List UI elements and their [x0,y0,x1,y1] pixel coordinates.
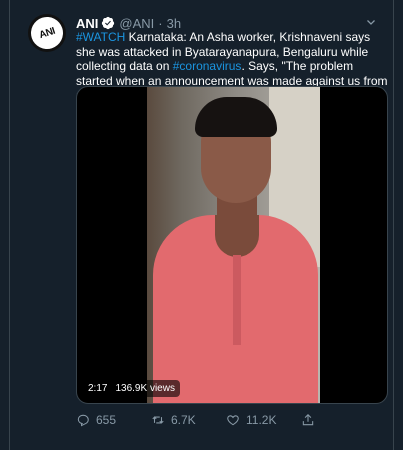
retweet-count: 6.7K [171,413,196,427]
video-duration: 2:17 [88,383,108,394]
heart-icon [227,415,239,426]
separator-dot: · [158,15,163,31]
video-frame [147,87,320,403]
like-button[interactable]: 11.2K [226,413,301,427]
chevron-down-icon[interactable] [365,16,377,28]
like-count: 11.2K [246,413,277,427]
author-handle[interactable]: @ANI [119,16,154,31]
retweet-icon [152,416,164,424]
video-person-placket [233,255,241,345]
tweet-actions: 655 6.7K 11.2K [76,412,376,428]
verified-icon [102,16,115,30]
hashtag-watch[interactable]: #WATCH [76,30,125,44]
video-views: 136.9K views [115,383,175,394]
retweet-button[interactable]: 6.7K [151,413,226,427]
share-button[interactable] [301,413,376,427]
tweet-card[interactable]: ANI ANI @ANI · 3h #WATCH Karnataka: An A… [9,0,394,450]
video-info-badge: 2:17 136.9K views [83,380,180,397]
avatar[interactable]: ANI [28,14,66,52]
reply-count: 655 [96,413,117,427]
reply-button[interactable]: 655 [76,413,151,427]
video-player[interactable]: 2:17 136.9K views [76,86,388,404]
tweet-time[interactable]: 3h [167,16,181,31]
share-icon [302,414,314,426]
author-name[interactable]: ANI [76,16,98,31]
ani-logo: ANI [28,14,66,52]
reply-icon [77,414,89,427]
video-person-hair [195,97,277,137]
hashtag-coronavirus[interactable]: #coronavirus [173,59,242,73]
avatar-logo-text: ANI [37,25,57,41]
video-person-collar [215,215,259,257]
